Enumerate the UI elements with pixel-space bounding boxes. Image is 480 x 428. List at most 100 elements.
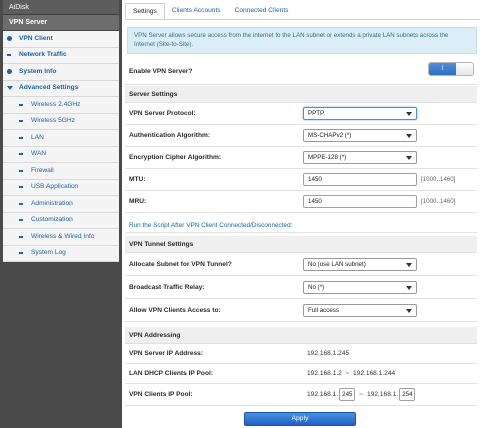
sidebar-item-label: Wireless 5GHz: [31, 117, 75, 124]
section-vpn-addressing: VPN Addressing: [125, 327, 477, 344]
mtu-label: MTU:: [129, 176, 146, 183]
pool-end-prefix: 192.168.1.: [367, 391, 399, 398]
subnet-select[interactable]: No (use LAN subnet): [303, 258, 417, 271]
cipher-label: Encryption Cipher Algorithm:: [129, 154, 222, 161]
access-row: Allow VPN Clients Access to:: [125, 300, 477, 322]
cipher-value: MPPE-128 (*): [308, 154, 347, 161]
sidebar-item-wireless-24[interactable]: Wireless 2.4GHz: [3, 97, 119, 114]
pool-separator: ~: [359, 391, 364, 398]
sidebar-item-aidisk[interactable]: AiDisk: [3, 0, 119, 15]
dash-icon: [19, 153, 23, 156]
dash-icon: [19, 136, 23, 139]
tab-connected-clients[interactable]: Connected Clients: [228, 3, 296, 19]
chevron-down-icon: [406, 134, 412, 138]
sidebar-item-system-log[interactable]: System Log: [3, 246, 119, 262]
cipher-row: Encryption Cipher Algorithm:: [125, 147, 477, 169]
sidebar-item-wireless-5[interactable]: Wireless 5GHz: [3, 114, 119, 130]
sidebar-item-label: VPN Client: [19, 34, 53, 42]
mru-label: MRU:: [129, 198, 147, 205]
access-value: Full access: [308, 307, 339, 314]
sidebar-item-label: Wireless 2.4GHz: [31, 100, 81, 108]
dash-icon: [19, 202, 23, 205]
auth-value: MS-CHAPv2 (*): [308, 132, 352, 139]
broadcast-label: Broadcast Traffic Relay:: [129, 284, 205, 291]
sidebar-item-wan[interactable]: WAN: [3, 147, 119, 163]
auth-row: Authentication Algorithm:: [125, 125, 477, 147]
run-script-link[interactable]: Run the Script After VPN Client Connecte…: [129, 222, 292, 229]
sidebar-item-vpn-client[interactable]: VPN Client: [3, 31, 119, 48]
server-ip-label: VPN Server IP Address:: [129, 350, 204, 357]
pool-end-input[interactable]: 254: [399, 388, 416, 401]
sidebar-item-label: Network Traffic: [19, 51, 67, 58]
subnet-value: No (use LAN subnet): [308, 261, 366, 268]
enable-row: Enable VPN Server?: [125, 58, 477, 85]
tab-settings[interactable]: Settings: [125, 3, 165, 19]
sidebar-item-usb-application[interactable]: USB Application: [3, 180, 119, 196]
sidebar-item-network-traffic[interactable]: Network Traffic: [3, 48, 119, 64]
dhcp-pool-value: 192.168.1.2 ~ 192.168.1.244: [307, 370, 396, 377]
sidebar-list: VPN Client Network Traffic System Info A…: [3, 31, 119, 262]
protocol-select[interactable]: PPTP: [303, 107, 417, 120]
dash-icon: [19, 235, 23, 238]
broadcast-row: Broadcast Traffic Relay:: [125, 277, 477, 299]
sidebar: AiDisk VPN Server VPN Client Network Tra…: [3, 0, 119, 262]
auth-select[interactable]: MS-CHAPv2 (*): [303, 129, 417, 142]
protocol-row: VPN Server Protocol:: [125, 103, 477, 125]
sidebar-item-label: LAN: [31, 133, 44, 141]
sidebar-item-vpn-server[interactable]: VPN Server: [3, 15, 119, 31]
dash-icon: [7, 54, 11, 57]
mtu-hint: [1000..1460]: [421, 176, 456, 183]
dash-icon: [19, 169, 23, 172]
pool-start-input[interactable]: 245: [339, 388, 356, 401]
chevron-down-icon: [406, 309, 412, 313]
enable-label: Enable VPN Server?: [129, 67, 193, 75]
sidebar-item-advanced-settings[interactable]: Advanced Settings: [3, 81, 119, 97]
dash-icon: [19, 103, 23, 106]
sidebar-item-lan[interactable]: LAN: [3, 130, 119, 147]
broadcast-select[interactable]: No (*): [303, 281, 417, 294]
sidebar-item-firewall[interactable]: Firewall: [3, 163, 119, 180]
chevron-down-icon: [7, 86, 13, 91]
subnet-label: Allocate Subnet for VPN Tunnel?: [129, 261, 232, 268]
sidebar-item-customization[interactable]: Customization: [3, 213, 119, 229]
sidebar-item-label: WAN: [31, 150, 47, 157]
sidebar-item-label: System Info: [19, 67, 57, 75]
mru-hint: [1000..1460]: [421, 198, 456, 205]
dash-icon: [19, 252, 23, 255]
sidebar-item-label: Customization: [31, 216, 73, 223]
access-label: Allow VPN Clients Access to:: [129, 307, 221, 314]
tab-clients-accounts[interactable]: Clients Accounts: [165, 3, 228, 19]
sidebar-item-label: Administration: [31, 199, 73, 207]
mtu-input[interactable]: 1450: [303, 173, 417, 186]
toggle-on-segment: I: [429, 63, 456, 75]
dhcp-pool-row: LAN DHCP Clients IP Pool: 192.168.1.2 ~ …: [125, 364, 477, 384]
server-ip-row: VPN Server IP Address: 192.168.1.245: [125, 344, 477, 364]
apply-button[interactable]: Apply: [244, 412, 356, 426]
sidebar-item-label: Advanced Settings: [19, 84, 79, 91]
access-select[interactable]: Full access: [303, 304, 417, 317]
dhcp-pool-label: LAN DHCP Clients IP Pool:: [129, 370, 214, 377]
sidebar-item-administration[interactable]: Administration: [3, 196, 119, 213]
tab-bar: Settings Clients Accounts Connected Clie…: [125, 3, 295, 19]
circle-icon: [7, 36, 12, 42]
dash-icon: [19, 120, 23, 123]
subnet-row: Allocate Subnet for VPN Tunnel?: [125, 254, 477, 276]
info-banner: VPN Server allows secure access from the…: [127, 27, 477, 54]
sidebar-item-wireless-wired-info[interactable]: Wireless & Wired Info: [3, 229, 119, 246]
mru-input[interactable]: 1450: [303, 195, 417, 208]
enable-toggle[interactable]: I: [428, 62, 474, 76]
protocol-value: PPTP: [308, 110, 325, 117]
chevron-down-icon: [406, 156, 412, 160]
section-tunnel-settings: VPN Tunnel Settings: [125, 236, 477, 253]
sidebar-item-label: Firewall: [31, 166, 54, 174]
auth-label: Authentication Algorithm:: [129, 132, 211, 139]
pool-start-prefix: 192.168.1.: [307, 391, 339, 398]
section-server-settings: Server Settings: [125, 86, 477, 103]
cipher-select[interactable]: MPPE-128 (*): [303, 151, 417, 164]
broadcast-value: No (*): [308, 284, 325, 291]
tab-divider: [125, 19, 480, 20]
sidebar-item-system-info[interactable]: System Info: [3, 64, 119, 81]
chevron-down-icon: [406, 286, 412, 290]
sidebar-item-label: Wireless & Wired Info: [31, 232, 95, 240]
circle-icon: [7, 69, 12, 75]
